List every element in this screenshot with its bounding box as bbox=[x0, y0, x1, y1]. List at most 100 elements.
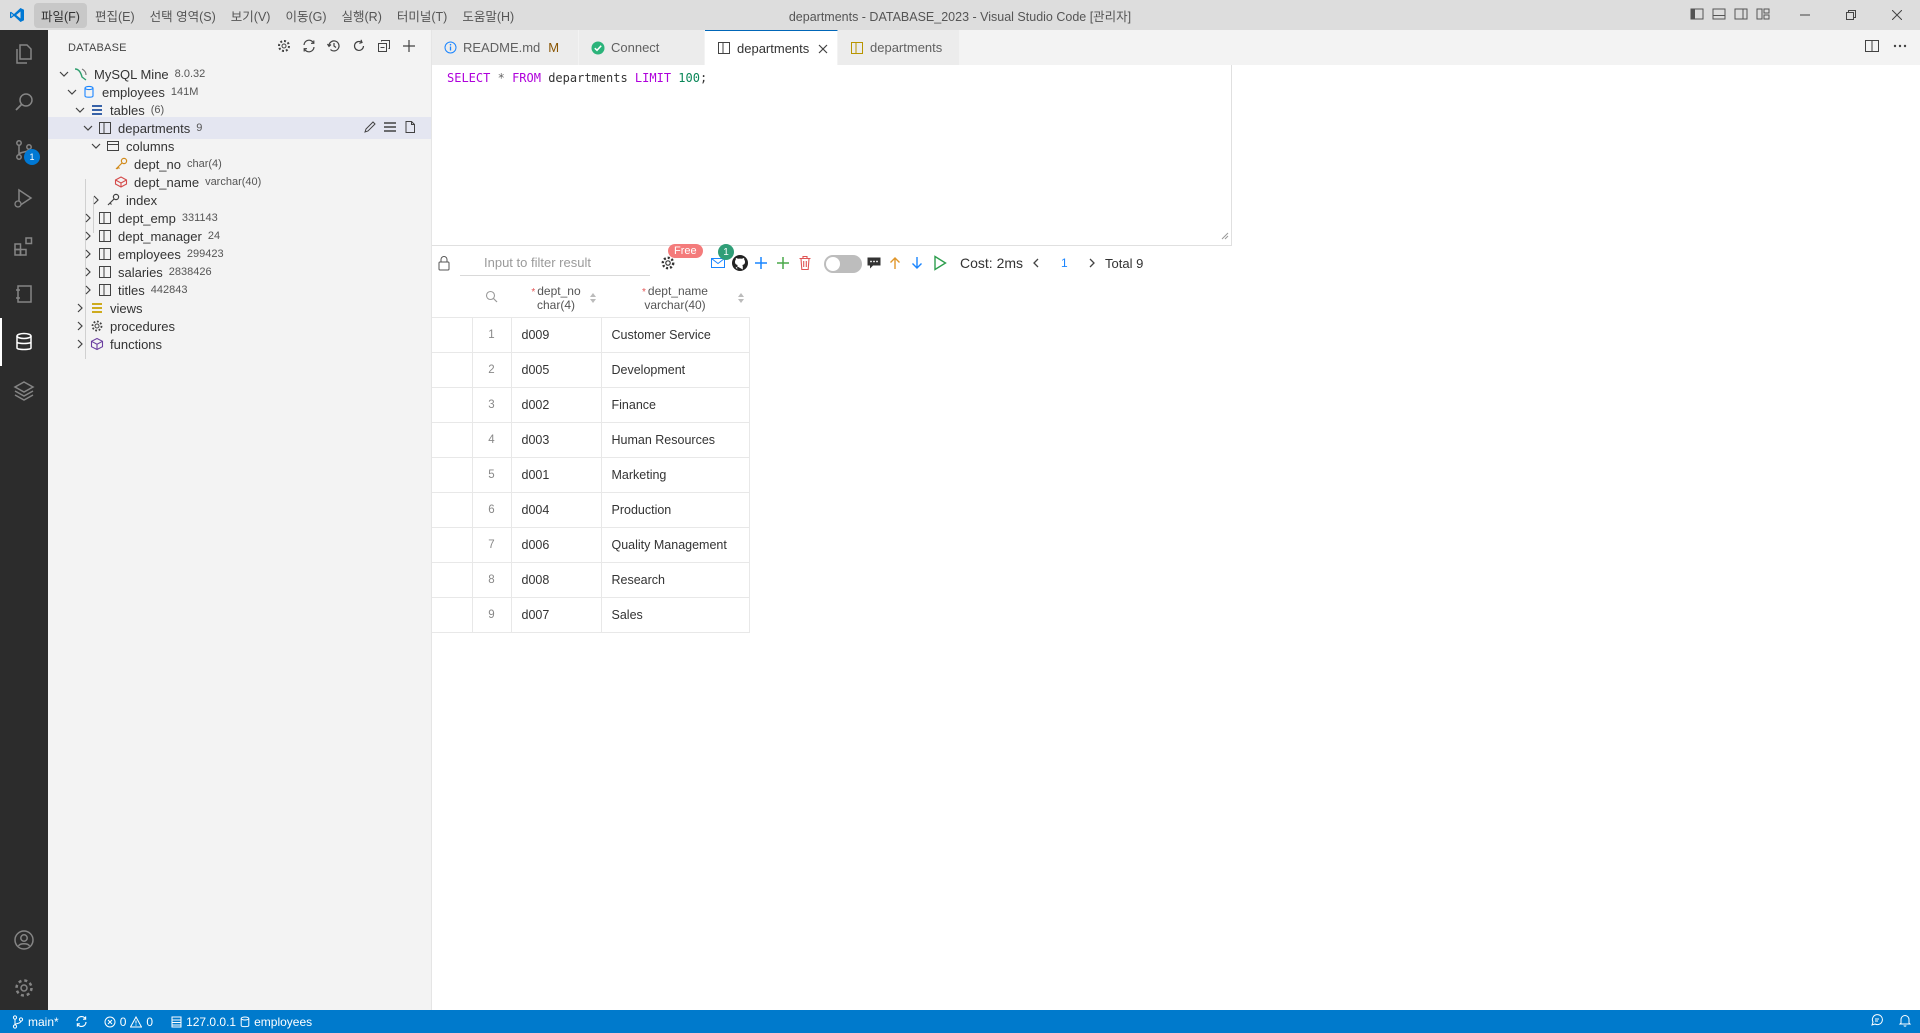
menu-view[interactable]: 보기(V) bbox=[224, 3, 278, 28]
toggle-secondary-sidebar-icon[interactable] bbox=[1734, 7, 1748, 24]
menu-go[interactable]: 이동(G) bbox=[278, 3, 333, 28]
toggle-primary-sidebar-icon[interactable] bbox=[1690, 7, 1704, 24]
cell-dept-name[interactable]: Sales bbox=[600, 596, 750, 633]
cell-dept-no[interactable]: d009 bbox=[510, 316, 602, 353]
comment-icon[interactable] bbox=[866, 249, 882, 277]
run-debug-icon[interactable] bbox=[0, 174, 48, 222]
prev-page-icon[interactable] bbox=[1032, 249, 1040, 277]
database-icon[interactable] bbox=[0, 318, 48, 366]
sync-status[interactable] bbox=[65, 1010, 94, 1033]
tab-departments-active[interactable]: departments bbox=[705, 30, 838, 65]
sync-icon[interactable] bbox=[301, 38, 317, 57]
menu-file[interactable]: 파일(F) bbox=[34, 2, 87, 28]
table-row[interactable]: 5 d001 Marketing bbox=[432, 456, 750, 493]
run-play-icon[interactable] bbox=[933, 249, 947, 277]
add-row-icon[interactable] bbox=[754, 249, 768, 277]
cell-dept-name[interactable]: Research bbox=[600, 561, 750, 598]
menu-selection[interactable]: 선택 영역(S) bbox=[143, 3, 223, 28]
extensions-icon[interactable] bbox=[0, 222, 48, 270]
cell-dept-name[interactable]: Quality Management bbox=[600, 526, 750, 563]
source-control-icon[interactable]: 1 bbox=[0, 126, 48, 174]
tree-label: procedures bbox=[110, 318, 176, 334]
table-row[interactable]: 2 d005 Development bbox=[432, 351, 750, 388]
toggle-switch[interactable] bbox=[824, 255, 862, 273]
explorer-icon[interactable] bbox=[0, 30, 48, 78]
edit-pencil-icon[interactable] bbox=[363, 120, 377, 137]
total-count: Total 9 bbox=[1105, 255, 1144, 271]
table-row[interactable]: 8 d008 Research bbox=[432, 561, 750, 598]
customize-layout-icon[interactable] bbox=[1756, 7, 1770, 24]
table-row[interactable]: 1 d009 Customer Service bbox=[432, 316, 750, 353]
menu-run[interactable]: 실행(R) bbox=[335, 3, 389, 28]
cell-dept-name[interactable]: Marketing bbox=[600, 456, 750, 493]
cell-dept-no[interactable]: d006 bbox=[510, 526, 602, 563]
table-row[interactable]: 6 d004 Production bbox=[432, 491, 750, 528]
table-row[interactable]: 7 d006 Quality Management bbox=[432, 526, 750, 563]
database-connection-status[interactable]: 127.0.0.1 employees bbox=[159, 1010, 318, 1033]
next-page-icon[interactable] bbox=[1088, 249, 1096, 277]
header-search-cell[interactable] bbox=[472, 280, 511, 318]
tab-connect[interactable]: Connect bbox=[579, 30, 705, 65]
problems-status[interactable]: 0 0 bbox=[94, 1010, 159, 1033]
more-actions-icon[interactable] bbox=[1892, 38, 1908, 57]
cell-dept-name[interactable]: Development bbox=[600, 351, 750, 388]
cell-dept-name[interactable]: Finance bbox=[600, 386, 750, 423]
split-editor-icon[interactable] bbox=[1864, 38, 1880, 57]
notifications-bell-icon[interactable] bbox=[1898, 1013, 1912, 1030]
accounts-icon[interactable] bbox=[0, 916, 48, 964]
sort-icon[interactable] bbox=[737, 292, 745, 307]
manage-gear-icon[interactable] bbox=[0, 964, 48, 1012]
refresh-icon[interactable] bbox=[351, 38, 367, 57]
arrow-down-icon[interactable] bbox=[911, 249, 923, 277]
cell-dept-no[interactable]: d001 bbox=[510, 456, 602, 493]
collapse-all-icon[interactable] bbox=[376, 38, 392, 57]
tree-item-functions[interactable]: functions bbox=[48, 333, 431, 355]
table-row[interactable]: 3 d002 Finance bbox=[432, 386, 750, 423]
page-number[interactable]: 1 bbox=[1061, 249, 1068, 277]
git-branch-status[interactable]: main* bbox=[0, 1010, 65, 1033]
cell-dept-name[interactable]: Production bbox=[600, 491, 750, 528]
table-row[interactable]: 9 d007 Sales bbox=[432, 596, 750, 633]
cell-dept-no[interactable]: d005 bbox=[510, 351, 602, 388]
restore-icon[interactable] bbox=[1828, 0, 1874, 30]
column-header-dept-name[interactable]: * dept_name varchar(40) bbox=[601, 280, 749, 318]
menu-edit[interactable]: 편집(E) bbox=[88, 3, 142, 28]
column-header-dept-no[interactable]: * dept_no char(4) bbox=[511, 280, 601, 318]
history-icon[interactable] bbox=[326, 38, 342, 57]
cell-dept-no[interactable]: d007 bbox=[510, 596, 602, 633]
sort-icon[interactable] bbox=[589, 292, 597, 307]
sql-editor[interactable]: SELECT * FROM departments LIMIT 100; bbox=[432, 65, 1232, 246]
toggle-panel-icon[interactable] bbox=[1712, 7, 1726, 24]
minimize-icon[interactable] bbox=[1782, 0, 1828, 30]
cell-dept-name[interactable]: Customer Service bbox=[600, 316, 750, 353]
arrow-up-icon[interactable] bbox=[889, 249, 901, 277]
delete-trash-icon[interactable] bbox=[798, 249, 812, 277]
cell-dept-no[interactable]: d003 bbox=[510, 421, 602, 458]
add-connection-icon[interactable] bbox=[401, 38, 417, 57]
settings-gear-icon[interactable] bbox=[276, 38, 292, 57]
tab-readme[interactable]: README.md M bbox=[432, 30, 579, 65]
filter-result-input[interactable] bbox=[460, 250, 650, 276]
search-icon[interactable] bbox=[0, 78, 48, 126]
close-tab-icon[interactable] bbox=[818, 31, 828, 66]
search-icon[interactable] bbox=[485, 290, 498, 303]
menu-terminal[interactable]: 터미널(T) bbox=[390, 3, 454, 28]
lock-icon[interactable] bbox=[437, 249, 451, 277]
tab-departments-preview[interactable]: departments bbox=[838, 30, 960, 65]
cell-dept-no[interactable]: d002 bbox=[510, 386, 602, 423]
github-icon[interactable] bbox=[731, 249, 749, 277]
new-file-icon[interactable] bbox=[403, 120, 417, 137]
close-window-icon[interactable] bbox=[1874, 0, 1920, 30]
menu-help[interactable]: 도움말(H) bbox=[455, 3, 521, 28]
table-row[interactable]: 4 d003 Human Resources bbox=[432, 421, 750, 458]
add-icon[interactable] bbox=[776, 249, 790, 277]
layers-icon[interactable] bbox=[0, 366, 48, 414]
sql-query[interactable]: SELECT * FROM departments LIMIT 100; bbox=[447, 71, 707, 85]
resize-handle-icon[interactable] bbox=[1221, 228, 1229, 243]
cell-dept-no[interactable]: d004 bbox=[510, 491, 602, 528]
notebook-icon[interactable] bbox=[0, 270, 48, 318]
cell-dept-no[interactable]: d008 bbox=[510, 561, 602, 598]
cell-dept-name[interactable]: Human Resources bbox=[600, 421, 750, 458]
list-icon[interactable] bbox=[383, 120, 397, 137]
feedback-icon[interactable] bbox=[1870, 1013, 1884, 1030]
